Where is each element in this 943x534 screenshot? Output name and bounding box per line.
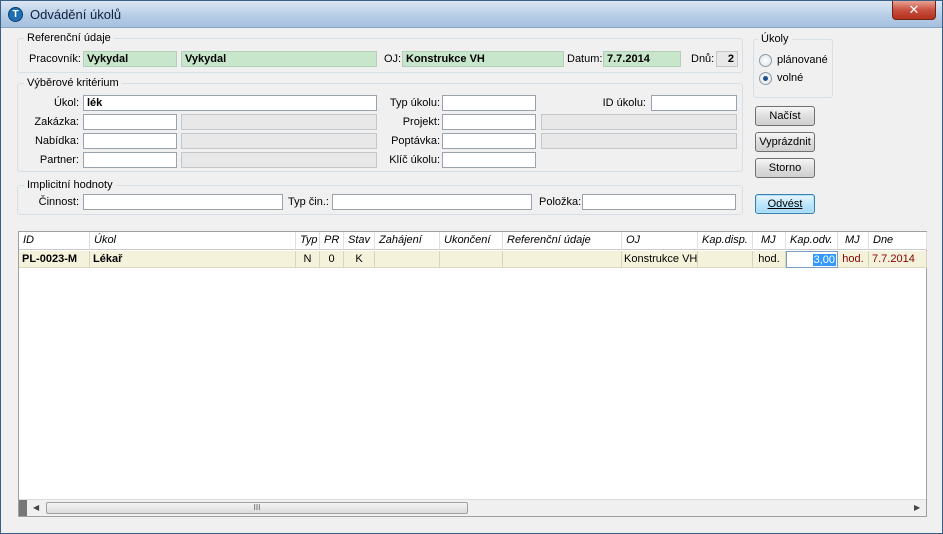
cap-done-value[interactable]: 3,00 xyxy=(812,254,836,266)
col-header-id[interactable]: ID xyxy=(19,232,90,250)
col-header-type[interactable]: Typ xyxy=(296,232,320,250)
activity-type-input[interactable] xyxy=(332,194,532,210)
tasks-table: ID Úkol Typ PR Stav Zahájení Ukončení Re… xyxy=(18,231,927,517)
partner-label: Partner: xyxy=(39,154,79,166)
col-header-cap-done[interactable]: Kap.odv. xyxy=(786,232,838,250)
task-id-label: ID úkolu: xyxy=(602,97,646,109)
submit-button[interactable]: Odvést xyxy=(755,194,815,214)
tasks-legend: Úkoly xyxy=(758,33,792,45)
days-field: 2 xyxy=(716,51,738,67)
cell-start[interactable] xyxy=(375,251,440,268)
inquiry-name-field xyxy=(541,133,737,149)
cell-cap-disp[interactable] xyxy=(698,251,753,268)
partner-name-field xyxy=(181,152,377,168)
cell-end[interactable] xyxy=(440,251,503,268)
cell-id[interactable]: PL-0023-M xyxy=(19,251,90,268)
criteria-legend: Výběrové kritérium xyxy=(24,77,122,89)
org-unit-field: Konstrukce VH xyxy=(402,51,564,67)
free-radio[interactable] xyxy=(759,72,772,85)
selection-criteria-group: Výběrové kritérium Úkol: lék Typ úkolu: … xyxy=(17,77,743,172)
scroll-left-arrow-icon[interactable]: ◀ xyxy=(33,503,39,512)
cell-status[interactable]: K xyxy=(344,251,375,268)
col-header-end[interactable]: Ukončení xyxy=(440,232,503,250)
inquiry-input[interactable] xyxy=(442,133,536,149)
close-button[interactable]: ✕ xyxy=(892,1,936,20)
date-field: 7.7.2014 xyxy=(603,51,681,67)
task-key-input[interactable] xyxy=(442,152,536,168)
scroll-right-arrow-icon[interactable]: ▶ xyxy=(914,503,920,512)
defaults-group: Implicitní hodnoty Činnost: Typ čin.: Po… xyxy=(17,179,743,215)
cell-type[interactable]: N xyxy=(296,251,320,268)
scrollbar-thumb[interactable]: III xyxy=(46,502,468,514)
worker-name-field: Vykydal xyxy=(181,51,377,67)
scrollbar-left-edge xyxy=(19,500,27,516)
order-name-field xyxy=(181,114,377,130)
planned-radio[interactable] xyxy=(759,54,772,67)
col-header-pr[interactable]: PR xyxy=(320,232,344,250)
col-header-org-unit[interactable]: OJ xyxy=(622,232,698,250)
title-bar[interactable]: T Odvádění úkolů ✕ xyxy=(1,1,942,28)
task-key-label: Klíč úkolu: xyxy=(389,154,440,166)
cell-unit-2[interactable]: hod. xyxy=(838,251,869,268)
planned-radio-label[interactable]: plánované xyxy=(777,54,828,66)
org-unit-label: OJ: xyxy=(384,53,402,65)
activity-input[interactable] xyxy=(83,194,283,210)
task-id-input[interactable] xyxy=(651,95,737,111)
date-label: Datum: xyxy=(567,53,603,65)
clear-button[interactable]: Vyprázdnit xyxy=(755,132,815,152)
cell-pr[interactable]: 0 xyxy=(320,251,344,268)
horizontal-scrollbar[interactable]: ◀ III ▶ xyxy=(19,499,926,516)
free-radio-label[interactable]: volné xyxy=(777,72,803,84)
task-type-input[interactable] xyxy=(442,95,536,111)
partner-input[interactable] xyxy=(83,152,177,168)
cell-unit-1[interactable]: hod. xyxy=(753,251,786,268)
cell-task[interactable]: Lékař xyxy=(90,251,296,268)
project-name-field xyxy=(541,114,737,130)
dialog-window: T Odvádění úkolů ✕ Referenční údaje Prac… xyxy=(0,0,943,534)
inquiry-label: Poptávka: xyxy=(391,135,440,147)
days-label: Dnů: xyxy=(691,53,715,65)
dialog-body: Referenční údaje Pracovník: Vykydal Vyky… xyxy=(6,28,938,529)
project-input[interactable] xyxy=(442,114,536,130)
reference-legend: Referenční údaje xyxy=(24,32,114,44)
col-header-task[interactable]: Úkol xyxy=(90,232,296,250)
col-header-date[interactable]: Dne xyxy=(869,232,927,250)
table-header: ID Úkol Typ PR Stav Zahájení Ukončení Re… xyxy=(19,232,927,250)
cell-cap-done-editor[interactable]: 3,00 xyxy=(786,251,838,268)
task-label: Úkol: xyxy=(53,97,79,109)
col-header-unit-1[interactable]: MJ xyxy=(753,232,786,250)
col-header-start[interactable]: Zahájení xyxy=(375,232,440,250)
item-label: Položka: xyxy=(539,196,582,208)
order-input[interactable] xyxy=(83,114,177,130)
col-header-unit-2[interactable]: MJ xyxy=(838,232,869,250)
cell-reference[interactable] xyxy=(503,251,622,268)
worker-code-field: Vykydal xyxy=(83,51,177,67)
task-type-label: Typ úkolu: xyxy=(389,97,440,109)
project-label: Projekt: xyxy=(402,116,440,128)
window-title: Odvádění úkolů xyxy=(30,7,122,22)
activity-type-label: Typ čin.: xyxy=(288,196,329,208)
col-header-reference[interactable]: Referenční údaje xyxy=(503,232,622,250)
cancel-button[interactable]: Storno xyxy=(755,158,815,178)
defaults-legend: Implicitní hodnoty xyxy=(24,179,116,191)
load-button[interactable]: Načíst xyxy=(755,106,815,126)
app-logo-icon: T xyxy=(8,7,23,22)
worker-label: Pracovník: xyxy=(29,53,81,65)
task-input[interactable]: lék xyxy=(83,95,377,111)
order-label: Zakázka: xyxy=(34,116,79,128)
cell-date[interactable]: 7.7.2014 xyxy=(869,251,927,268)
reference-group: Referenční údaje Pracovník: Vykydal Vyky… xyxy=(17,32,743,73)
item-input[interactable] xyxy=(582,194,736,210)
offer-label: Nabídka: xyxy=(34,135,79,147)
col-header-cap-disp[interactable]: Kap.disp. xyxy=(698,232,753,250)
cell-org-unit[interactable]: Konstrukce VH xyxy=(622,251,698,268)
table-row[interactable]: PL-0023-M Lékař N 0 K Konstrukce VH hod.… xyxy=(19,251,927,268)
offer-name-field xyxy=(181,133,377,149)
col-header-status[interactable]: Stav xyxy=(344,232,375,250)
tasks-group: Úkoly plánované volné xyxy=(753,33,833,98)
activity-label: Činnost: xyxy=(38,196,79,208)
offer-input[interactable] xyxy=(83,133,177,149)
